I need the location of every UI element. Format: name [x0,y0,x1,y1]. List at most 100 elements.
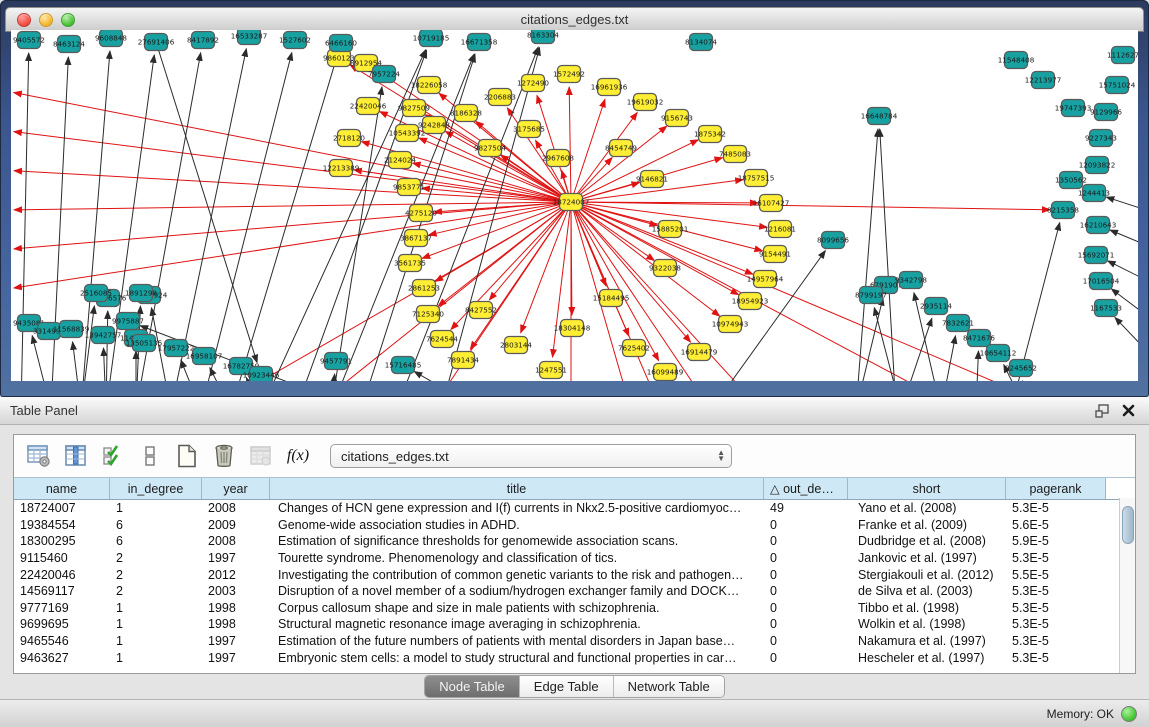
float-window-icon[interactable] [1095,404,1110,418]
graph-node[interactable]: 8215358 [1047,202,1079,219]
graph-node[interactable]: 3561735 [394,255,426,272]
graph-node[interactable]: 19619032 [627,94,664,111]
column-header[interactable]: △ out_de… [764,478,848,499]
graph-node[interactable]: 9975887 [112,313,144,330]
graph-node[interactable]: 9457791 [320,353,352,370]
graph-node[interactable]: 1891298 [125,285,157,302]
graph-node[interactable]: 1527602 [279,32,311,49]
graph-node[interactable]: 12093822 [1079,157,1116,174]
graph-node[interactable]: 9405572 [13,32,45,49]
graph-node[interactable]: 1112627 [1107,47,1138,64]
graph-node[interactable]: 2516085 [80,285,112,302]
graph-node[interactable]: 2718120 [333,130,365,147]
zoom-window-icon[interactable] [61,13,75,27]
graph-node[interactable]: 16914479 [681,344,718,361]
graph-node[interactable]: 2206883 [484,89,516,106]
column-header[interactable]: in_degree [110,478,202,499]
graph-node[interactable]: 7485083 [719,146,751,163]
column-header[interactable]: name [14,478,110,499]
graph-node[interactable]: 8799197 [855,287,887,304]
graph-node[interactable]: 16961936 [591,79,628,96]
graph-node[interactable]: 7125340 [412,306,444,323]
graph-node[interactable]: 9245652 [1005,360,1037,377]
column-header[interactable]: short [848,478,1006,499]
graph-node[interactable]: 9827504 [474,140,506,157]
graph-node[interactable]: 16210643 [1080,217,1117,234]
new-document-icon[interactable] [174,443,200,469]
tab-node-table[interactable]: Node Table [425,676,520,697]
graph-node[interactable]: 9154491 [759,246,791,263]
tab-network-table[interactable]: Network Table [614,676,724,697]
graph-node[interactable]: 8417892 [187,32,219,49]
graph-node[interactable]: 17016504 [1083,273,1120,290]
graph-node[interactable]: 18954923 [732,293,769,310]
table-row[interactable]: 969969511998Structural magnetic resonanc… [14,616,1135,633]
graph-node[interactable]: 2935114 [920,298,952,315]
table-row[interactable]: 911546021997Tourette syndrome. Phenomeno… [14,550,1135,567]
graph-node[interactable]: 1350562 [1055,172,1087,189]
graph-node[interactable]: 7957224 [368,66,400,83]
graph-node[interactable]: 9853771 [393,179,425,196]
graph-node[interactable]: 1216081 [764,221,796,238]
graph-node[interactable]: 9129966 [1090,104,1122,121]
graph-node[interactable]: 8163304 [527,30,559,44]
graph-node[interactable]: 15885201 [652,221,689,238]
delete-table-disabled-icon[interactable] [248,443,274,469]
column-header[interactable]: title [270,478,764,499]
graph-node[interactable]: 2967608 [542,150,574,167]
graph-node[interactable]: 2803144 [500,337,532,354]
graph-node[interactable]: 16648784 [861,108,898,125]
graph-node[interactable]: 15184495 [593,290,630,307]
graph-node[interactable]: 15751024 [1099,77,1136,94]
graph-node[interactable]: 8454749 [605,140,637,157]
graph-node[interactable]: 6466160 [325,35,357,52]
graph-node[interactable]: 2861253 [408,280,440,297]
vertical-scrollbar[interactable] [1119,498,1135,673]
graph-node[interactable]: 12213389 [323,160,360,177]
graph-node[interactable]: 18304148 [554,320,591,337]
minimize-window-icon[interactable] [39,13,53,27]
network-window-titlebar[interactable]: citations_edges.txt [5,7,1144,32]
graph-node[interactable]: 3175685 [513,121,545,138]
graph-node[interactable]: 8186328 [450,105,482,122]
graph-node[interactable]: 10974943 [712,316,749,333]
network-canvas[interactable]: 1872400718226058982750910543392212402498… [11,30,1138,381]
graph-node[interactable]: 9322038 [649,260,681,277]
graph-node[interactable]: 1167533 [1090,300,1122,317]
graph-node[interactable]: 16107427 [753,195,790,212]
graph-node[interactable]: 1572492 [553,66,585,83]
table-row[interactable]: 1872400712008Changes of HCN gene express… [14,500,1135,517]
graph-node[interactable]: 8134074 [685,34,717,51]
graph-node[interactable]: 7625402 [618,340,650,357]
column-header[interactable]: year [202,478,270,499]
function-builder-icon[interactable]: f(x) [285,443,311,469]
graph-node[interactable]: 27691406 [138,34,175,51]
delete-rows-icon[interactable] [211,443,237,469]
graph-node[interactable]: 10719185 [413,30,450,47]
graph-node[interactable]: 8463124 [53,36,85,53]
table-row[interactable]: 946362711997Embryonic stem cells: a mode… [14,649,1135,666]
graph-node[interactable]: 3867137 [400,230,432,247]
graph-node[interactable]: 9146821 [636,171,668,188]
graph-node[interactable]: 16099489 [647,364,684,381]
graph-node[interactable]: 16671358 [461,34,498,51]
graph-node[interactable]: 11548408 [998,52,1035,69]
close-icon[interactable] [1122,404,1135,417]
graph-node[interactable]: 14957964 [747,271,784,288]
graph-node[interactable]: 16533287 [231,30,268,45]
graph-node[interactable]: 9156743 [661,110,693,127]
table-source-dropdown[interactable]: citations_edges.txt ▲▼ [330,444,732,468]
graph-node[interactable]: 1272490 [517,75,549,92]
table-row[interactable]: 1938455462009Genome-wide association stu… [14,517,1135,534]
graph-node[interactable]: 8099656 [817,232,849,249]
graph-node[interactable]: 1875342 [694,126,726,143]
column-header[interactable]: pagerank [1006,478,1106,499]
graph-node[interactable]: 18757515 [738,170,775,187]
graph-node[interactable]: 9608848 [95,30,127,47]
graph-node[interactable]: 12213977 [1025,72,1062,89]
graph-node[interactable]: 1247551 [535,362,567,379]
scrollbar-thumb[interactable] [1122,506,1134,544]
graph-node[interactable]: 8427552 [465,302,497,319]
graph-node[interactable]: 9342798 [895,272,927,289]
table-row[interactable]: 1456911722003Disruption of a novel membe… [14,583,1135,600]
